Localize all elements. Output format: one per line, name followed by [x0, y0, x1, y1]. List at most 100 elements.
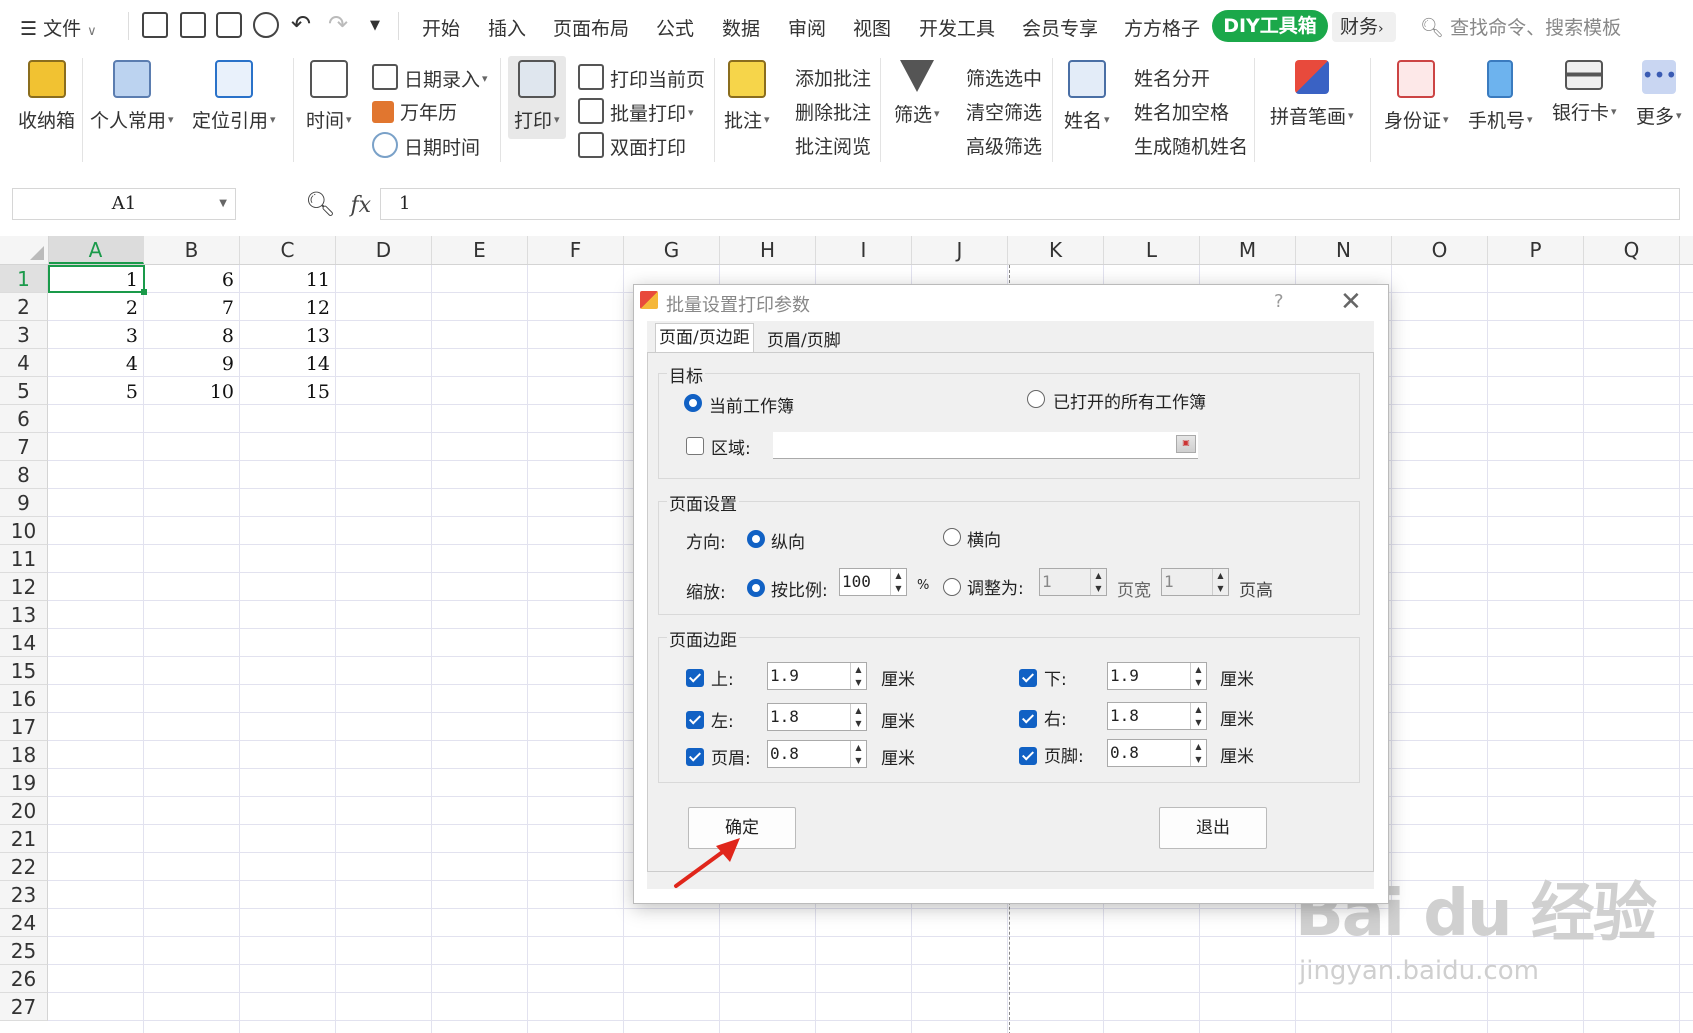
row-header-25[interactable]: 25: [0, 937, 48, 965]
row-header-8[interactable]: 8: [0, 461, 48, 489]
left-margin-stepper[interactable]: 1.8 ▲ ▼: [767, 703, 867, 731]
row-header-23[interactable]: 23: [0, 881, 48, 909]
row-header-2[interactable]: 2: [0, 293, 48, 321]
bank-card-button[interactable]: 银行卡 ▾: [1552, 60, 1617, 125]
command-search[interactable]: 🔍︎ 查找命令、搜索模板: [1420, 13, 1621, 40]
phone-button[interactable]: 手机号 ▾: [1468, 60, 1533, 133]
advanced-filter-button[interactable]: 高级筛选: [966, 132, 1042, 159]
column-header-c[interactable]: C: [240, 236, 336, 264]
print-icon[interactable]: [216, 12, 242, 38]
spin-arrows-icon[interactable]: ▲ ▼: [1212, 569, 1228, 595]
pinyin-button[interactable]: 拼音笔画 ▾: [1270, 60, 1354, 129]
time-button[interactable]: 时间 ▾: [306, 60, 352, 133]
spin-arrows-icon[interactable]: ▲ ▼: [1190, 740, 1206, 766]
add-comment-button[interactable]: 添加批注: [795, 64, 871, 91]
cell-b2[interactable]: 7: [144, 293, 240, 321]
more-button[interactable]: ••• 更多 ▾: [1636, 60, 1682, 129]
cell-b5[interactable]: 10: [144, 377, 240, 405]
tab-page-margins[interactable]: 页面/页边距: [655, 323, 754, 352]
row-header-26[interactable]: 26: [0, 965, 48, 993]
tab-formulas[interactable]: 公式: [656, 14, 694, 41]
row-header-1[interactable]: 1: [0, 265, 48, 293]
filter-button[interactable]: 筛选 ▾: [894, 60, 940, 127]
split-name-button[interactable]: 姓名分开: [1134, 64, 1210, 91]
tab-finance[interactable]: 财务›: [1332, 12, 1396, 42]
top-margin-stepper[interactable]: 1.9 ▲ ▼: [767, 662, 867, 690]
fit-to-radio[interactable]: [943, 578, 961, 596]
row-header-5[interactable]: 5: [0, 377, 48, 405]
header-margin-checkbox[interactable]: [686, 748, 704, 766]
row-header-4[interactable]: 4: [0, 349, 48, 377]
datetime-button[interactable]: 日期时间: [372, 132, 480, 160]
right-margin-stepper[interactable]: 1.8 ▲ ▼: [1107, 702, 1207, 730]
tab-review[interactable]: 审阅: [788, 14, 826, 41]
header-margin-stepper[interactable]: 0.8 ▲ ▼: [767, 740, 867, 768]
column-header-a[interactable]: A: [48, 236, 144, 264]
cell-c3[interactable]: 13: [240, 321, 336, 349]
formula-input[interactable]: 1: [380, 188, 1680, 220]
row-header-24[interactable]: 24: [0, 909, 48, 937]
range-checkbox[interactable]: [686, 437, 704, 455]
help-icon[interactable]: ?: [1274, 291, 1284, 312]
tab-home[interactable]: 开始: [422, 14, 460, 41]
read-comment-button[interactable]: 批注阅览: [795, 132, 871, 159]
row-header-18[interactable]: 18: [0, 741, 48, 769]
landscape-radio[interactable]: [943, 528, 961, 546]
tab-page-layout[interactable]: 页面布局: [553, 14, 629, 41]
spin-arrows-icon[interactable]: ▲ ▼: [1190, 703, 1206, 729]
tab-member[interactable]: 会员专享: [1022, 14, 1098, 41]
export-pdf-icon[interactable]: [180, 12, 206, 38]
spin-arrows-icon[interactable]: ▲ ▼: [850, 704, 866, 730]
customize-toolbar-icon[interactable]: ▼: [370, 18, 380, 33]
cell-b3[interactable]: 8: [144, 321, 240, 349]
column-header-f[interactable]: F: [528, 236, 624, 264]
row-header-7[interactable]: 7: [0, 433, 48, 461]
pages-tall-stepper[interactable]: 1 ▲ ▼: [1161, 568, 1229, 596]
portrait-radio[interactable]: [747, 530, 765, 548]
tab-fangfangezi[interactable]: 方方格子: [1124, 14, 1200, 41]
column-header-p[interactable]: P: [1488, 236, 1584, 264]
cell-a3[interactable]: 3: [48, 321, 144, 349]
column-header-b[interactable]: B: [144, 236, 240, 264]
print-preview-icon[interactable]: [253, 12, 279, 38]
date-entry-button[interactable]: 日期录入 ▾: [372, 64, 488, 92]
cell-c1[interactable]: 11: [240, 265, 336, 293]
column-header-o[interactable]: O: [1392, 236, 1488, 264]
row-header-21[interactable]: 21: [0, 825, 48, 853]
clear-filter-button[interactable]: 清空筛选: [966, 98, 1042, 125]
name-button[interactable]: 姓名 ▾: [1064, 60, 1110, 133]
cell-b4[interactable]: 9: [144, 349, 240, 377]
delete-comment-button[interactable]: 删除批注: [795, 98, 871, 125]
row-header-6[interactable]: 6: [0, 405, 48, 433]
row-header-17[interactable]: 17: [0, 713, 48, 741]
column-header-i[interactable]: I: [816, 236, 912, 264]
all-workbooks-radio[interactable]: [1027, 390, 1045, 408]
column-header-m[interactable]: M: [1200, 236, 1296, 264]
calendar-button[interactable]: 万年历: [372, 98, 457, 125]
column-header-j[interactable]: J: [912, 236, 1008, 264]
cell-c5[interactable]: 15: [240, 377, 336, 405]
name-space-button[interactable]: 姓名加空格: [1134, 98, 1229, 125]
exit-button[interactable]: 退出: [1159, 807, 1267, 849]
row-header-13[interactable]: 13: [0, 601, 48, 629]
locate-ref-button[interactable]: 定位引用 ▾: [192, 60, 276, 133]
spin-arrows-icon[interactable]: ▲ ▼: [1190, 663, 1206, 689]
file-menu[interactable]: ☰ 文件 ∨: [20, 14, 97, 41]
row-header-14[interactable]: 14: [0, 629, 48, 657]
range-select-icon[interactable]: ▣: [1176, 435, 1196, 453]
save-icon[interactable]: [142, 12, 168, 38]
row-header-27[interactable]: 27: [0, 993, 48, 1021]
row-header-20[interactable]: 20: [0, 797, 48, 825]
tab-insert[interactable]: 插入: [488, 14, 526, 41]
row-header-11[interactable]: 11: [0, 545, 48, 573]
cell-a5[interactable]: 5: [48, 377, 144, 405]
random-name-button[interactable]: 生成随机姓名: [1134, 132, 1248, 159]
redo-icon[interactable]: ↷: [328, 10, 348, 38]
column-header-e[interactable]: E: [432, 236, 528, 264]
personal-button[interactable]: 个人常用 ▾: [90, 60, 174, 133]
bottom-margin-checkbox[interactable]: [1019, 669, 1037, 687]
tab-developer[interactable]: 开发工具: [919, 14, 995, 41]
column-header-k[interactable]: K: [1008, 236, 1104, 264]
current-workbook-radio[interactable]: [684, 394, 702, 412]
range-input[interactable]: ▣: [773, 432, 1198, 459]
